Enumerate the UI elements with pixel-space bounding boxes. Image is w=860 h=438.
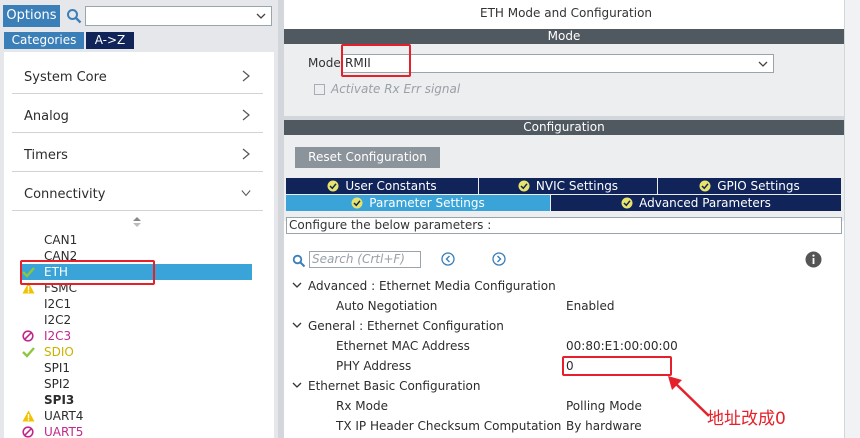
options-button[interactable]: Options — [3, 5, 60, 27]
activate-rx-err-checkbox[interactable] — [314, 84, 325, 95]
param-key: TX IP Header Checksum Computation — [336, 419, 562, 433]
param-key: Rx Mode — [336, 399, 388, 413]
search-input[interactable] — [85, 6, 272, 26]
annotation-box-mode — [341, 44, 411, 77]
check-circle-icon — [351, 197, 363, 209]
tab-categories[interactable]: Categories — [4, 32, 84, 49]
peripheral-label: SPI3 — [44, 393, 75, 407]
param-value[interactable]: By hardware — [566, 419, 642, 433]
vertical-scrollbar[interactable] — [844, 0, 860, 438]
category-connectivity[interactable]: Connectivity — [12, 173, 263, 211]
category-analog[interactable]: Analog — [12, 95, 263, 133]
configure-hint: Configure the below parameters : — [286, 217, 842, 234]
parameter-search-input[interactable]: Search (Crtl+F) — [309, 251, 421, 268]
peripheral-i2c1[interactable]: I2C1 — [22, 296, 252, 312]
tab-label: NVIC Settings — [535, 179, 619, 193]
chevron-right-icon[interactable] — [241, 109, 251, 121]
peripheral-label: I2C3 — [44, 329, 72, 343]
checkmark-icon — [22, 347, 35, 358]
param-key: Ethernet MAC Address — [336, 339, 470, 353]
peripheral-uart4[interactable]: UART4 — [22, 408, 252, 424]
chevron-down-icon[interactable] — [292, 280, 302, 290]
category-label: Timers — [24, 148, 68, 163]
annotation-text: 地址改成0 — [707, 409, 786, 429]
check-circle-icon — [621, 197, 633, 209]
param-value[interactable]: 00:80:E1:00:00:00 — [566, 339, 678, 353]
configuration-header: Configuration — [284, 120, 844, 135]
peripheral-label: SPI1 — [44, 361, 71, 375]
page-title: ETH Mode and Configuration — [479, 6, 653, 20]
chevron-down-icon[interactable] — [757, 58, 769, 70]
mode-label: Mode — [308, 56, 341, 70]
param-key: PHY Address — [336, 359, 412, 373]
search-icon[interactable] — [292, 254, 306, 268]
param-key: Auto Negotiation — [336, 299, 438, 313]
info-icon[interactable] — [805, 251, 822, 268]
peripheral-label: UART5 — [44, 425, 84, 438]
category-label: System Core — [24, 70, 107, 85]
next-icon[interactable] — [492, 252, 506, 266]
peripheral-label: I2C1 — [44, 297, 72, 311]
check-circle-icon — [327, 180, 339, 192]
peripheral-label: UART4 — [44, 409, 84, 423]
group-general-ethernet-config[interactable]: General : Ethernet Configuration — [292, 319, 504, 333]
left-pane: Options Categories A->Z System Core Anal… — [0, 0, 278, 438]
peripheral-label: I2C2 — [44, 313, 72, 327]
warning-icon — [22, 410, 35, 422]
tab-label: User Constants — [345, 179, 437, 193]
chevron-down-icon[interactable] — [255, 10, 267, 22]
category-timers[interactable]: Timers — [12, 134, 263, 172]
peripheral-label: SPI2 — [44, 377, 71, 391]
group-title: Advanced : Ethernet Media Configuration — [308, 279, 556, 293]
left-toolbar: Options Categories A->Z — [0, 0, 278, 50]
stm32cubemx-window: Options Categories A->Z System Core Anal… — [0, 0, 860, 438]
tab-parameter-settings[interactable]: Parameter Settings — [286, 195, 550, 211]
check-circle-icon — [699, 180, 711, 192]
chevron-right-icon[interactable] — [241, 148, 251, 160]
category-list: System Core Analog Timers Connectivity C… — [4, 52, 274, 438]
tab-user-constants[interactable]: User Constants — [286, 178, 478, 194]
tab-advanced-parameters[interactable]: Advanced Parameters — [551, 195, 841, 211]
previous-icon[interactable] — [441, 252, 455, 266]
disabled-icon — [22, 330, 34, 342]
annotation-box-eth — [20, 260, 155, 285]
mode-header: Mode — [284, 29, 844, 44]
peripheral-label: SDIO — [44, 345, 74, 359]
category-label: Analog — [24, 109, 69, 124]
peripheral-uart5[interactable]: UART5 — [22, 424, 252, 438]
check-circle-icon — [518, 180, 530, 192]
param-value[interactable]: Enabled — [566, 299, 615, 313]
peripheral-can1[interactable]: CAN1 — [22, 232, 252, 248]
tab-label: Parameter Settings — [369, 196, 485, 210]
tab-gpio-settings[interactable]: GPIO Settings — [658, 178, 841, 194]
param-value[interactable]: Polling Mode — [566, 399, 642, 413]
peripheral-spi3[interactable]: SPI3 — [22, 392, 252, 408]
scroll-up-icon[interactable] — [132, 216, 142, 228]
group-ethernet-media-config[interactable]: Advanced : Ethernet Media Configuration — [292, 279, 556, 293]
group-title: Ethernet Basic Configuration — [308, 379, 481, 393]
peripheral-i2c3[interactable]: I2C3 — [22, 328, 252, 344]
tab-nvic-settings[interactable]: NVIC Settings — [479, 178, 657, 194]
search-icon[interactable] — [66, 8, 82, 24]
reset-configuration-button[interactable]: Reset Configuration — [295, 147, 440, 168]
tab-a-to-z[interactable]: A->Z — [86, 32, 134, 49]
chevron-down-icon[interactable] — [292, 380, 302, 390]
chevron-down-icon[interactable] — [292, 320, 302, 330]
category-system-core[interactable]: System Core — [12, 56, 263, 94]
peripheral-spi1[interactable]: SPI1 — [22, 360, 252, 376]
disabled-icon — [22, 426, 34, 438]
group-title: General : Ethernet Configuration — [308, 319, 504, 333]
chevron-right-icon[interactable] — [241, 70, 251, 82]
chevron-down-icon[interactable] — [241, 187, 251, 199]
tab-label: GPIO Settings — [717, 179, 800, 193]
category-label: Connectivity — [24, 187, 106, 202]
peripheral-i2c2[interactable]: I2C2 — [22, 312, 252, 328]
group-ethernet-basic-config[interactable]: Ethernet Basic Configuration — [292, 379, 480, 393]
peripheral-sdio[interactable]: SDIO — [22, 344, 252, 360]
activate-rx-err-label: Activate Rx Err signal — [331, 82, 461, 96]
tab-label: Advanced Parameters — [639, 196, 771, 210]
annotation-box-phy-address — [562, 356, 672, 376]
peripheral-spi2[interactable]: SPI2 — [22, 376, 252, 392]
peripheral-label: CAN1 — [44, 233, 78, 247]
